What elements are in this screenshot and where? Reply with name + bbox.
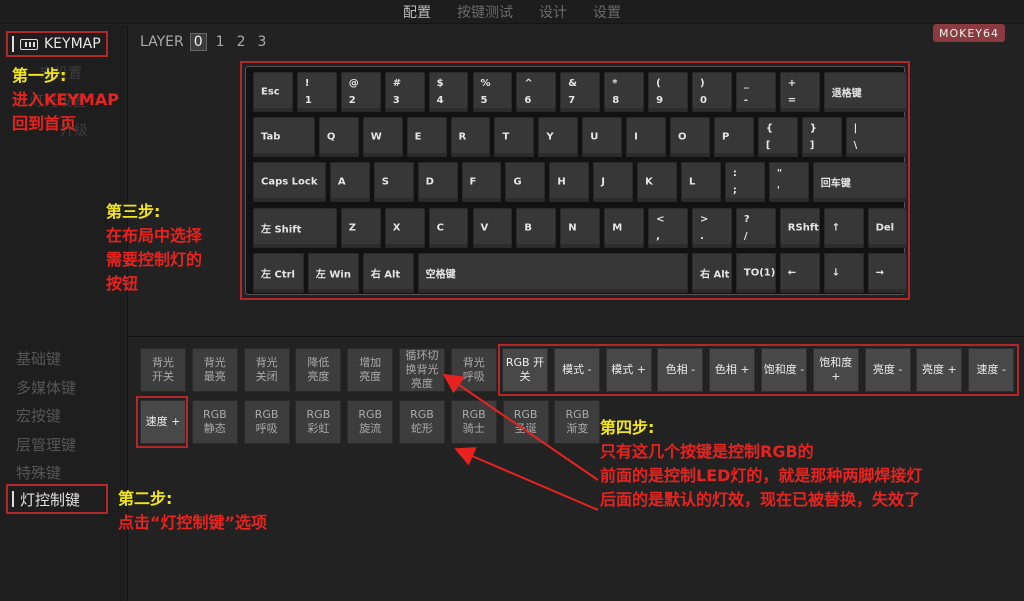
annotation-step2: 第二步: 点击“灯控制键”选项 xyxy=(118,489,268,532)
annotation-step3: 第三步: 在布局中选择 需要控制灯的 按钮 xyxy=(106,202,203,293)
annotation-step4: 第四步: 只有这几个按键是控制RGB的 前面的是控制LED灯的，就是那种两脚焊接… xyxy=(600,418,923,509)
app-root: 配置 按键测试 设计 设置 KEYMAP 宏设置 灯光设置 升级 基础键 多媒体… xyxy=(0,0,1024,601)
arrow-to-default-effects xyxy=(454,447,599,511)
annotation-step1: 第一步: 进入KEYMAP 回到首页 xyxy=(12,66,119,133)
arrow-to-led-keys xyxy=(442,373,599,481)
